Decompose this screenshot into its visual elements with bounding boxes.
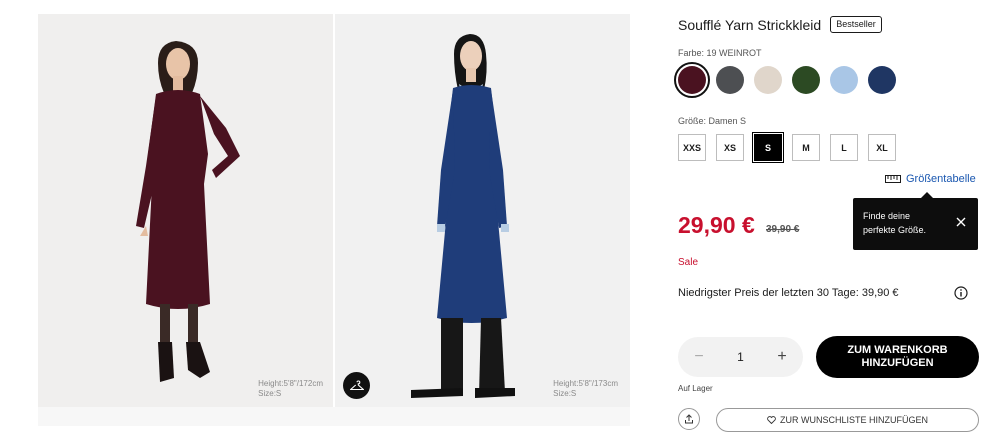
color-swatch-green[interactable] xyxy=(792,66,820,94)
model-size: Size:S xyxy=(553,389,577,398)
color-label: Farbe: 19 WEINROT xyxy=(678,48,762,58)
info-icon[interactable] xyxy=(954,286,968,300)
size-tooltip: Finde deine perfekte Größe. xyxy=(853,192,978,250)
wishlist-label: ZUR WUNSCHLISTE HINZUFÜGEN xyxy=(780,415,928,425)
ruler-icon xyxy=(885,175,901,183)
decrease-quantity-button[interactable]: − xyxy=(692,348,706,366)
share-button[interactable] xyxy=(678,408,700,430)
model-info: Height:5'8"/172cm Size:S xyxy=(258,379,323,399)
model-navy-dress-image xyxy=(335,14,630,407)
add-to-wishlist-button[interactable]: ZUR WUNSCHLISTE HINZUFÜGEN xyxy=(716,408,979,432)
model-height: Height:5'8"/173cm xyxy=(553,379,618,388)
add-to-cart-line-2: HINZUFÜGEN xyxy=(861,357,934,369)
color-swatch-navy[interactable] xyxy=(868,66,896,94)
color-swatches xyxy=(674,62,906,98)
current-price: 29,90 € xyxy=(678,212,755,238)
model-height: Height:5'8"/172cm xyxy=(258,379,323,388)
add-to-cart-line-1: ZUM WARENKORB xyxy=(847,344,948,356)
original-price: 39,90 € xyxy=(766,224,800,235)
lowest-price-note: Niedrigster Preis der letzten 30 Tage: 3… xyxy=(678,287,899,299)
share-icon xyxy=(685,414,693,424)
size-option-xl[interactable]: XL xyxy=(868,134,896,161)
model-burgundy-dress-image xyxy=(38,14,333,407)
size-chart-label: Größentabelle xyxy=(906,173,976,185)
quantity-stepper: − 1 + xyxy=(678,337,803,377)
size-option-l[interactable]: L xyxy=(830,134,858,161)
product-title: Soufflé Yarn Strickkleid xyxy=(678,16,822,33)
increase-quantity-button[interactable]: + xyxy=(775,348,789,366)
product-photo-styled[interactable]: Height:5'8"/173cm Size:S xyxy=(335,14,630,407)
size-option-xxs[interactable]: XXS xyxy=(678,134,706,161)
heart-icon xyxy=(767,416,776,424)
color-swatch-beige[interactable] xyxy=(754,66,782,94)
size-label: Größe: Damen S xyxy=(678,116,747,126)
product-photo-front[interactable]: Height:5'8"/172cm Size:S xyxy=(38,14,333,407)
sale-label: Sale xyxy=(678,257,699,268)
size-chart-link[interactable]: Größentabelle xyxy=(885,173,976,185)
stock-status: Auf Lager xyxy=(678,384,713,393)
quantity-value[interactable]: 1 xyxy=(737,350,744,364)
title-row: Soufflé Yarn Strickkleid Bestseller xyxy=(678,16,882,33)
size-option-xs[interactable]: XS xyxy=(716,134,744,161)
color-swatch-light-blue[interactable] xyxy=(830,66,858,94)
bestseller-badge: Bestseller xyxy=(830,16,882,33)
hanger-button[interactable] xyxy=(343,372,370,399)
close-icon[interactable] xyxy=(956,217,966,227)
color-swatch-grey[interactable] xyxy=(716,66,744,94)
model-size: Size:S xyxy=(258,389,282,398)
add-to-cart-button[interactable]: ZUM WARENKORB HINZUFÜGEN xyxy=(816,336,979,378)
hanger-icon xyxy=(349,379,364,390)
size-option-s[interactable]: S xyxy=(752,132,784,163)
model-info: Height:5'8"/173cm Size:S xyxy=(553,379,618,399)
gallery-next-row xyxy=(38,407,630,426)
product-details-panel: Soufflé Yarn Strickkleid Bestseller Farb… xyxy=(674,0,998,432)
size-option-m[interactable]: M xyxy=(792,134,820,161)
product-gallery: Height:5'8"/172cm Size:S Height:5'8"/173… xyxy=(38,14,630,426)
color-swatch-weinrot[interactable] xyxy=(674,62,710,98)
size-options: XXS XS S M L XL xyxy=(678,132,906,163)
